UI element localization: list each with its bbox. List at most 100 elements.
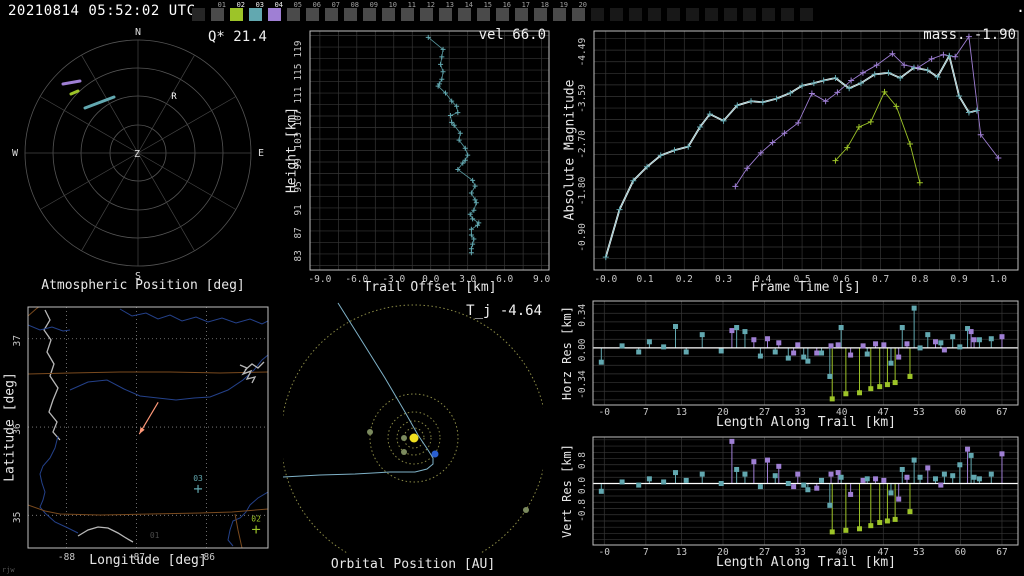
station-toggle-10[interactable]: 10 <box>382 2 397 21</box>
svg-text:-0.90: -0.90 <box>577 223 588 252</box>
svg-text:91: 91 <box>293 204 304 216</box>
station-toggle-02[interactable]: 02 <box>230 2 245 21</box>
station-slot-blank <box>743 8 756 21</box>
svg-text:0.00: 0.00 <box>577 338 588 361</box>
station-toggle-07[interactable]: 07 <box>325 2 340 21</box>
trail-offset-xlabel: Trail Offset [km] <box>363 280 497 295</box>
station-toggle-14[interactable]: 14 <box>458 2 473 21</box>
station-slot-blank <box>686 8 699 21</box>
station-toggle-label: 17 <box>521 1 530 9</box>
station-toggle-11[interactable]: 11 <box>401 2 416 21</box>
svg-text:W: W <box>12 148 19 159</box>
station-toggle-05[interactable]: 05 <box>287 2 302 21</box>
svg-text:6.0: 6.0 <box>496 274 513 285</box>
svg-text:119: 119 <box>293 40 304 57</box>
svg-text:0.3: 0.3 <box>715 274 732 285</box>
app-window: N S E W Z R -9.0 -6.0 -3.0 0.0 3.0 6.0 9.0 83 87 91 95 99… <box>0 0 1024 576</box>
svg-text:87: 87 <box>293 227 304 238</box>
station-slot-blank <box>762 8 775 21</box>
station-toggle-label: 08 <box>350 1 359 9</box>
station-toggle-03[interactable]: 03 <box>249 2 264 21</box>
horz-residuals-plot: -0 7 13 20 27 33 40 47 53 60 670.340.00-0.34 <box>577 300 1019 418</box>
svg-text:0.8: 0.8 <box>577 452 588 469</box>
svg-text:-2.70: -2.70 <box>577 130 588 159</box>
svg-text:83: 83 <box>293 250 304 261</box>
station-slot-blank <box>724 8 737 21</box>
station-toggle-label: 14 <box>464 1 473 9</box>
svg-text:53: 53 <box>913 547 924 558</box>
station-toggle-15[interactable]: 15 <box>477 2 492 21</box>
trail-offset-plot: -9.0 -6.0 -3.0 0.0 3.0 6.0 9.08387919599103107… <box>293 30 550 285</box>
svg-text:-0.0: -0.0 <box>594 274 617 285</box>
station-slot-blank <box>629 8 642 21</box>
station-toggle-label: 11 <box>407 1 416 9</box>
station-toggle-label: 02 <box>236 1 245 9</box>
station-toggle-label: 19 <box>559 1 568 9</box>
station-toggle-row: 01 02 03 04 05 06 07 08 09 10 11 12 13 14 15 16 17 18 19 20 <box>192 2 813 21</box>
svg-text:03: 03 <box>193 474 203 483</box>
svg-text:7: 7 <box>643 547 649 558</box>
station-toggle-12[interactable]: 12 <box>420 2 435 21</box>
height-ylabel: Height [km] <box>284 106 300 194</box>
horz-res-ylabel: Horz Res [km] <box>560 306 574 400</box>
svg-text:E: E <box>258 148 264 159</box>
station-toggle-label: 20 <box>578 1 587 9</box>
svg-text:01: 01 <box>150 531 160 540</box>
station-toggle-17[interactable]: 17 <box>515 2 530 21</box>
atmospheric-position-plot: NSEW ZR <box>12 27 264 282</box>
mass-annotation: mass. -1.90 <box>923 27 1016 43</box>
svg-text:0.9: 0.9 <box>951 274 968 285</box>
svg-text:-9.0: -9.0 <box>308 274 331 285</box>
station-toggle-label: 10 <box>388 1 397 9</box>
station-toggle-19[interactable]: 19 <box>553 2 568 21</box>
svg-text:-4.49: -4.49 <box>577 38 588 67</box>
station-toggle-13[interactable]: 13 <box>439 2 454 21</box>
svg-text:13: 13 <box>676 407 687 418</box>
q-star-annotation: Q* 21.4 <box>207 29 267 45</box>
svg-text:13: 13 <box>676 547 687 558</box>
svg-text:67: 67 <box>996 407 1007 418</box>
station-toggle-08[interactable]: 08 <box>344 2 359 21</box>
svg-text:115: 115 <box>293 63 304 80</box>
station-toggle-20[interactable]: 20 <box>572 2 587 21</box>
svg-text:-3.59: -3.59 <box>577 84 588 113</box>
station-toggle-label: 13 <box>445 1 454 9</box>
svg-text:0.0: 0.0 <box>577 477 588 494</box>
horz-res-xlabel: Length Along Trail [km] <box>715 415 897 430</box>
station-toggle-16[interactable]: 16 <box>496 2 511 21</box>
svg-text:-0.8: -0.8 <box>577 499 588 522</box>
station-toggle-label: 18 <box>540 1 549 9</box>
light-curve-plot: -0.0 0.1 0.2 0.3 0.4 0.5 0.6 0.7 0.8 0.9 1.0-0.90-… <box>577 30 1019 285</box>
svg-text:0.7: 0.7 <box>872 274 889 285</box>
station-toggle-label: 09 <box>369 1 378 9</box>
svg-text:111: 111 <box>293 86 304 103</box>
svg-text:60: 60 <box>955 547 967 558</box>
svg-text:Z: Z <box>134 149 140 160</box>
station-toggle-06[interactable]: 06 <box>306 2 321 21</box>
svg-text:-0: -0 <box>599 547 611 558</box>
vert-res-xlabel: Length Along Trail [km] <box>715 555 897 570</box>
station-toggle-18[interactable]: 18 <box>534 2 549 21</box>
station-slot-blank <box>591 8 604 21</box>
station-slot-blank <box>705 8 718 21</box>
overflow-menu-button[interactable]: ... <box>1016 0 1024 16</box>
station-slot-blank <box>781 8 794 21</box>
svg-text:9.0: 9.0 <box>533 274 550 285</box>
orbital-position-title: Orbital Position [AU] <box>330 557 496 572</box>
station-slot-blank <box>800 8 813 21</box>
svg-text:-0: -0 <box>599 407 611 418</box>
svg-text:-88: -88 <box>58 552 75 563</box>
station-toggle-label: 06 <box>312 1 321 9</box>
absolute-magnitude-ylabel: Absolute Magnitude <box>562 79 578 221</box>
svg-text:60: 60 <box>955 407 967 418</box>
station-toggle-04[interactable]: 04 <box>268 2 283 21</box>
utc-timestamp: 20210814 05:52:02 UTC <box>8 3 196 19</box>
frame-time-xlabel: Frame Time [s] <box>751 280 861 295</box>
station-toggle-09[interactable]: 09 <box>363 2 378 21</box>
velocity-annotation: vel 66.0 <box>478 27 546 43</box>
station-toggle-label: 05 <box>293 1 302 9</box>
polar-plot-title: Atmospheric Position [deg] <box>41 278 245 293</box>
svg-text:N: N <box>135 27 141 38</box>
station-toggle-01[interactable]: 01 <box>211 2 226 21</box>
station-slot-blank <box>667 8 680 21</box>
